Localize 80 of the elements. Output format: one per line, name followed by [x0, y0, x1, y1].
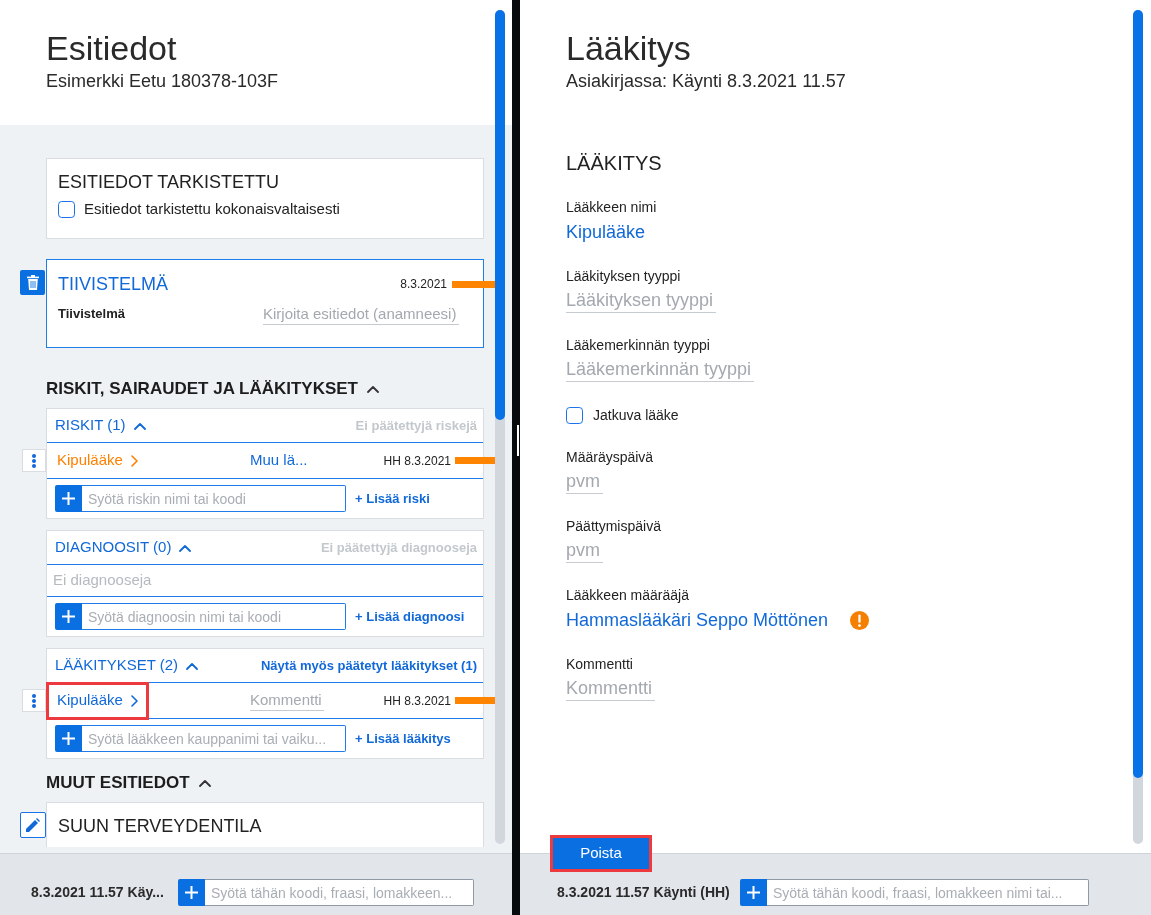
- page-subtitle: Esimerkki Eetu 180378-103F: [46, 70, 280, 92]
- plus-icon: [62, 732, 75, 745]
- resize-handle[interactable]: [517, 425, 519, 456]
- chevron-right-icon: [130, 694, 138, 707]
- delete-button[interactable]: Poista: [553, 838, 649, 869]
- visit-label: 8.3.2021 11.57 Käy...: [31, 883, 165, 902]
- scrollbar-track[interactable]: [495, 10, 505, 844]
- field-label: Lääkityksen tyyppi: [566, 267, 682, 285]
- empty-text: Ei diagnooseja: [53, 570, 152, 591]
- group-title[interactable]: RISKIT (1): [55, 414, 126, 437]
- text-field[interactable]: Lääkityksen tyyppi: [566, 289, 716, 313]
- entry-date: HH 8.3.2021: [383, 452, 451, 470]
- field-label: Tiivistelmä: [58, 305, 125, 324]
- more-button[interactable]: [22, 689, 46, 712]
- comment-field[interactable]: Kommentti: [250, 690, 324, 711]
- field-label: Lääkemerkinnän tyyppi: [566, 336, 711, 354]
- checkbox-label: Esitiedot tarkistettu kokonaisvaltaisesti: [84, 199, 340, 219]
- delete-button[interactable]: [20, 270, 45, 295]
- add-button[interactable]: [740, 879, 767, 906]
- page-subtitle: Asiakirjassa: Käynti 8.3.2021 11.57: [566, 70, 847, 92]
- command-field[interactable]: Syötä tähän koodi, fraasi, lomakkeen...: [205, 879, 474, 906]
- plus-icon: [62, 610, 75, 623]
- add-button[interactable]: [178, 879, 205, 906]
- field-label: Lääkkeen määrääjä: [566, 586, 690, 604]
- add-button[interactable]: [55, 725, 82, 752]
- checkbox[interactable]: [58, 200, 75, 218]
- add-button[interactable]: [55, 485, 82, 512]
- vertical-dots-icon: [32, 453, 36, 468]
- scrollbar-thumb[interactable]: [495, 10, 505, 420]
- visit-label: 8.3.2021 11.57 Käynti (HH): [557, 883, 731, 902]
- text-field[interactable]: pvm: [566, 539, 603, 563]
- section-heading: RISKIT, SAIRAUDET JA LÄÄKITYKSET: [46, 378, 358, 400]
- date-marker: [452, 280, 495, 288]
- plus-icon: [185, 886, 198, 899]
- add-link[interactable]: + Lisää lääkitys: [355, 728, 451, 749]
- pencil-icon: [26, 818, 40, 832]
- text-field[interactable]: Kommentti: [566, 677, 655, 701]
- add-field[interactable]: Syötä lääkkeen kauppanimi tai vaiku...: [82, 725, 346, 752]
- text-field[interactable]: pvm: [566, 470, 603, 494]
- detail-link[interactable]: Muu lä...: [250, 449, 308, 472]
- add-button[interactable]: [55, 603, 82, 630]
- field-label: Määräyspäivä: [566, 448, 655, 466]
- group-title[interactable]: LÄÄKITYKSET (2): [55, 654, 179, 677]
- field-label: Päättymispäivä: [566, 517, 662, 535]
- trash-icon: [26, 275, 39, 290]
- section-heading: MUUT ESITIEDOT: [46, 772, 190, 794]
- plus-icon: [747, 886, 760, 899]
- command-field[interactable]: Syötä tähän koodi, fraasi, lomakkeen nimi tai...: [767, 879, 1089, 906]
- field-label: Lääkkeen nimi: [566, 198, 658, 216]
- add-link[interactable]: + Lisää diagnoosi: [355, 606, 465, 627]
- card-heading: TIIVISTELMÄ: [58, 273, 169, 296]
- ended-items-link: Ei päätettyjä riskejä: [355, 416, 477, 435]
- field-label: Kommentti: [566, 655, 634, 673]
- ended-items-link: Ei päätettyjä diagnooseja: [320, 538, 477, 557]
- add-link[interactable]: + Lisää riski: [355, 488, 430, 509]
- entry-date: HH 8.3.2021: [383, 692, 451, 710]
- text-field[interactable]: Lääkemerkinnän tyyppi: [566, 358, 754, 382]
- text-field[interactable]: Kirjoita esitiedot (anamneesi): [263, 303, 459, 325]
- card-heading: ESITIEDOT TARKISTETTU: [58, 171, 281, 193]
- vertical-dots-icon: [32, 693, 36, 708]
- entry-date: 8.3.2021: [400, 276, 447, 293]
- card-heading: SUUN TERVEYDENTILA: [58, 815, 263, 837]
- value-link[interactable]: Hammaslääkäri Seppo Möttönen: [566, 608, 829, 632]
- item-link[interactable]: Kipulääke: [49, 684, 146, 717]
- form-heading: LÄÄKITYS: [566, 151, 663, 175]
- page-title: Lääkitys: [566, 29, 692, 67]
- checkbox[interactable]: [566, 406, 583, 424]
- value-link[interactable]: Kipulääke: [566, 220, 646, 244]
- ended-items-link[interactable]: Näytä myös päätetyt lääkitykset (1): [260, 655, 477, 676]
- more-button[interactable]: [22, 449, 46, 472]
- plus-icon: [62, 492, 75, 505]
- date-marker: [455, 457, 495, 464]
- add-field[interactable]: Syötä diagnoosin nimi tai koodi: [82, 603, 346, 630]
- chevron-right-icon: [130, 454, 138, 467]
- date-marker: [455, 697, 495, 704]
- edit-button[interactable]: [20, 812, 46, 838]
- checkbox-label: Jatkuva lääke: [593, 405, 679, 425]
- page-title: Esitiedot: [46, 29, 178, 67]
- add-field[interactable]: Syötä riskin nimi tai koodi: [82, 485, 346, 512]
- group-title[interactable]: DIAGNOOSIT (0): [55, 536, 172, 559]
